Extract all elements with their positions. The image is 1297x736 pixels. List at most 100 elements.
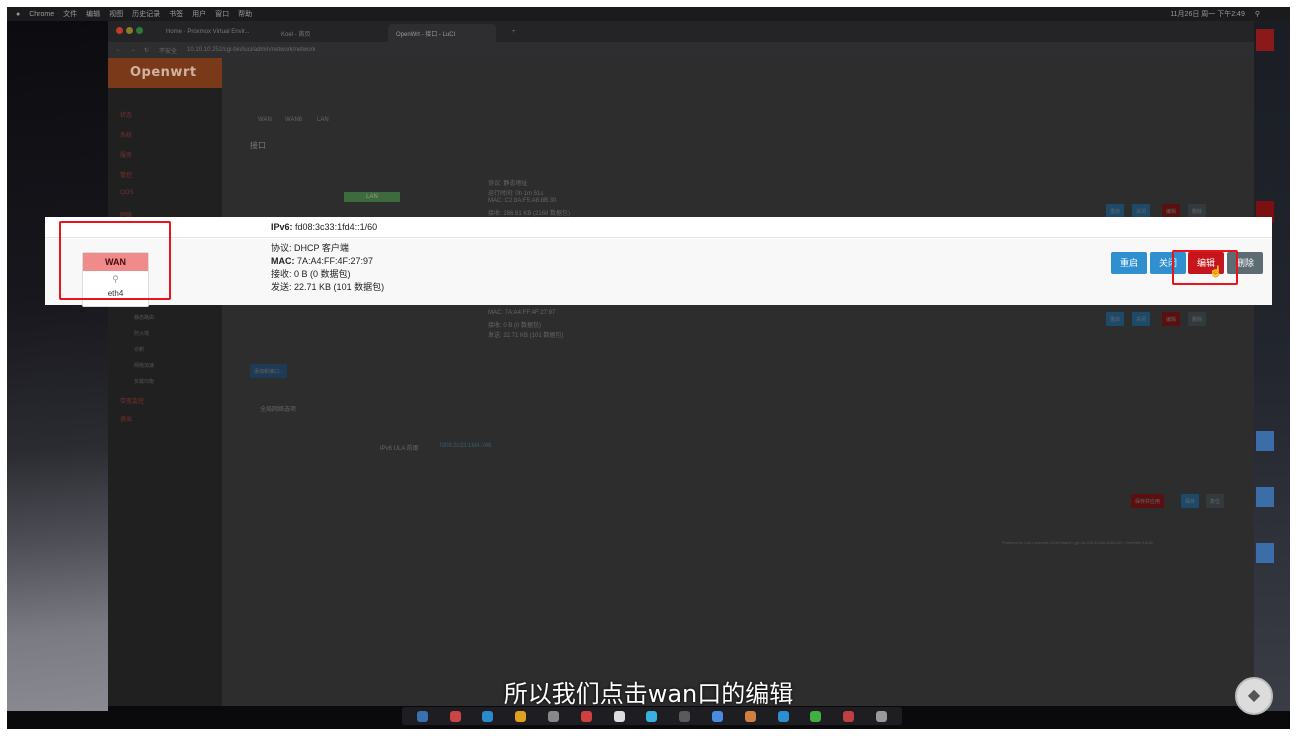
folder-icon[interactable] — [1256, 431, 1274, 451]
menu-history[interactable]: 历史记录 — [132, 9, 160, 19]
lan-protocol: 协议: 静态地址 — [488, 181, 528, 187]
lan-restart-button[interactable]: 重启 — [1106, 204, 1125, 218]
edit-button-highlight-box — [1172, 250, 1238, 285]
menu-window[interactable]: 窗口 — [215, 9, 229, 19]
lan-delete-button[interactable]: 删除 — [1188, 204, 1207, 218]
wan6-edit-button[interactable]: 编辑 — [1162, 312, 1181, 326]
sidebar-sub-diagnostics[interactable]: 诊断 — [134, 346, 144, 353]
folder-icon[interactable] — [1256, 487, 1274, 507]
maximize-window-icon[interactable] — [136, 27, 143, 34]
menu-help[interactable]: 帮助 — [238, 9, 252, 19]
desktop-file-icon[interactable] — [1256, 29, 1274, 51]
wan6-delete-button[interactable]: 删除 — [1188, 312, 1207, 326]
search-icon[interactable]: ⚲ — [1255, 10, 1260, 18]
url-text[interactable]: 10.10.10.252/cgi-bin/luci/admin/network/… — [187, 47, 315, 53]
settings-icon[interactable] — [679, 710, 691, 722]
save-button[interactable]: 保存 — [1181, 494, 1200, 508]
launchpad-icon[interactable] — [449, 710, 461, 722]
save-apply-button[interactable]: 保存并应用 — [1131, 494, 1165, 508]
sidebar-item-status[interactable]: 状态 — [120, 110, 132, 119]
highlighted-interface-row: IPv6: fd08:3c33:1fd4::1/60 WAN ⚲ eth4 协议… — [45, 217, 1272, 307]
mac-menubar: ● Chrome 文件 编辑 视图 历史记录 书签 用户 窗口 帮助 11月26… — [7, 7, 1290, 21]
mail-icon[interactable] — [548, 710, 560, 722]
wechat-icon[interactable] — [810, 710, 822, 722]
app-icon[interactable] — [744, 710, 756, 722]
mac-line: MAC: 7A:A4:FF:4F:27:97 — [271, 255, 384, 268]
back-icon[interactable]: ← — [116, 47, 122, 53]
insecure-label: 不安全 — [159, 48, 178, 55]
rx-line: 接收: 0 B (0 数据包) — [271, 268, 384, 281]
notes-icon[interactable] — [613, 710, 625, 722]
sidebar: Openwrt 状态 系统 服务 管控 QOS 网络 静态路由 防火墙 诊断 网… — [108, 58, 222, 706]
sidebar-item-bandwidth[interactable]: 带宽监控 — [120, 396, 144, 405]
lan-edit-button[interactable]: 编辑 — [1162, 204, 1181, 218]
new-tab-icon[interactable]: + — [504, 24, 520, 42]
sidebar-item-system[interactable]: 系统 — [120, 130, 132, 139]
reset-button[interactable]: 复位 — [1206, 494, 1225, 508]
ula-value[interactable]: fd08:3c33:1fd4::/48 — [440, 443, 491, 449]
openwrt-page: Openwrt 状态 系统 服务 管控 QOS 网络 静态路由 防火墙 诊断 网… — [108, 58, 1254, 706]
chrome-icon[interactable] — [515, 710, 527, 722]
reload-icon[interactable]: ↻ — [144, 47, 149, 54]
section-title: 接口 — [250, 141, 266, 150]
sidebar-item-services[interactable]: 服务 — [120, 150, 132, 159]
finder-icon[interactable] — [416, 710, 428, 722]
menu-file[interactable]: 文件 — [63, 9, 77, 19]
sidebar-sub-static-routes[interactable]: 静态路由 — [134, 314, 154, 321]
trash-icon[interactable] — [876, 710, 888, 722]
tab-strip: Home · Proxmox Virtual Envir... Koel - 首… — [108, 21, 1254, 42]
wan6-restart-button[interactable]: 重启 — [1106, 312, 1125, 326]
sidebar-sub-load-balancing[interactable]: 负载均衡 — [134, 378, 154, 385]
protocol-line: 协议: DHCP 客户端 — [271, 242, 384, 255]
wan-interface-row: WAN ⚲ eth4 协议: DHCP 客户端 MAC: 7A:A4:FF:4F… — [45, 239, 1272, 307]
apple-icon[interactable]: ● — [16, 11, 20, 18]
lan-uptime: 运行时间: 0h 1m 51s — [488, 191, 544, 197]
tab-proxmox[interactable]: Home · Proxmox Virtual Envir... — [158, 24, 266, 42]
folder-icon[interactable] — [1256, 543, 1274, 563]
chrome-window: Home · Proxmox Virtual Envir... Koel - 首… — [108, 21, 1254, 706]
minimize-window-icon[interactable] — [126, 27, 133, 34]
wan6-rx: 接收: 0 B (0 数据包) — [488, 323, 542, 329]
lan-mac: MAC: C2:8A:F5:A8:8B:30 — [488, 198, 557, 204]
sidebar-sub-firewall[interactable]: 防火墙 — [134, 330, 149, 337]
lan-stop-button[interactable]: 关闭 — [1132, 204, 1151, 218]
menu-bookmarks[interactable]: 书签 — [169, 9, 183, 19]
rx-value: 0 B (0 数据包) — [294, 269, 351, 279]
menubar-clock[interactable]: 11月26日 周一 下午2:49 — [1170, 9, 1245, 19]
close-window-icon[interactable] — [116, 27, 123, 34]
forward-icon[interactable]: → — [130, 47, 136, 53]
brand-logo[interactable]: Openwrt — [108, 58, 222, 88]
main-content: WAN WAN6 LAN 接口 LAN 协议: 静态地址 运行时间: 0h 1m… — [222, 58, 1254, 706]
sidebar-item-qos[interactable]: QOS — [120, 190, 133, 196]
footer-text: Powered by LuCI openwrt-18.06 branch (gi… — [1002, 540, 1153, 545]
rx-label: 接收: — [271, 269, 292, 279]
video-subtitle: 所以我们点击wan口的编辑 — [503, 680, 794, 708]
ipv6-label: IPv6: — [271, 222, 293, 232]
vscode-icon[interactable] — [712, 710, 724, 722]
restart-button[interactable]: 重启 — [1111, 252, 1147, 274]
sidebar-item-logout[interactable]: 退出 — [120, 414, 132, 423]
app-store-icon[interactable] — [646, 710, 658, 722]
wan6-stop-button[interactable]: 关闭 — [1132, 312, 1151, 326]
protocol-label: 协议: — [271, 243, 292, 253]
add-interface-button[interactable]: 添加新接口... — [250, 364, 288, 378]
menu-edit[interactable]: 编辑 — [86, 9, 100, 19]
tab-lan[interactable]: LAN — [317, 117, 329, 123]
app-icon[interactable] — [843, 710, 855, 722]
calendar-icon[interactable] — [580, 710, 592, 722]
sidebar-item-control[interactable]: 管控 — [120, 170, 132, 179]
address-bar[interactable]: ← → ↻ 不安全 10.10.10.252/cgi-bin/luci/admi… — [108, 42, 1254, 58]
menu-people[interactable]: 用户 — [192, 9, 206, 19]
menu-chrome[interactable]: Chrome — [29, 11, 54, 18]
mac-value: 7A:A4:FF:4F:27:97 — [297, 256, 374, 266]
tx-value: 22.71 KB (101 数据包) — [294, 282, 385, 292]
tab-wan6[interactable]: WAN6 — [285, 117, 302, 123]
tab-koel[interactable]: Koel - 首页 — [273, 24, 381, 42]
telegram-icon[interactable] — [777, 710, 789, 722]
tab-wan[interactable]: WAN — [258, 117, 272, 123]
menu-view[interactable]: 视图 — [109, 9, 123, 19]
channel-logo-icon: ◆ — [1235, 677, 1273, 715]
tab-openwrt[interactable]: OpenWrt - 接口 - LuCI — [388, 24, 496, 42]
sidebar-sub-acceleration[interactable]: 网络加速 — [134, 362, 154, 369]
safari-icon[interactable] — [482, 710, 494, 722]
